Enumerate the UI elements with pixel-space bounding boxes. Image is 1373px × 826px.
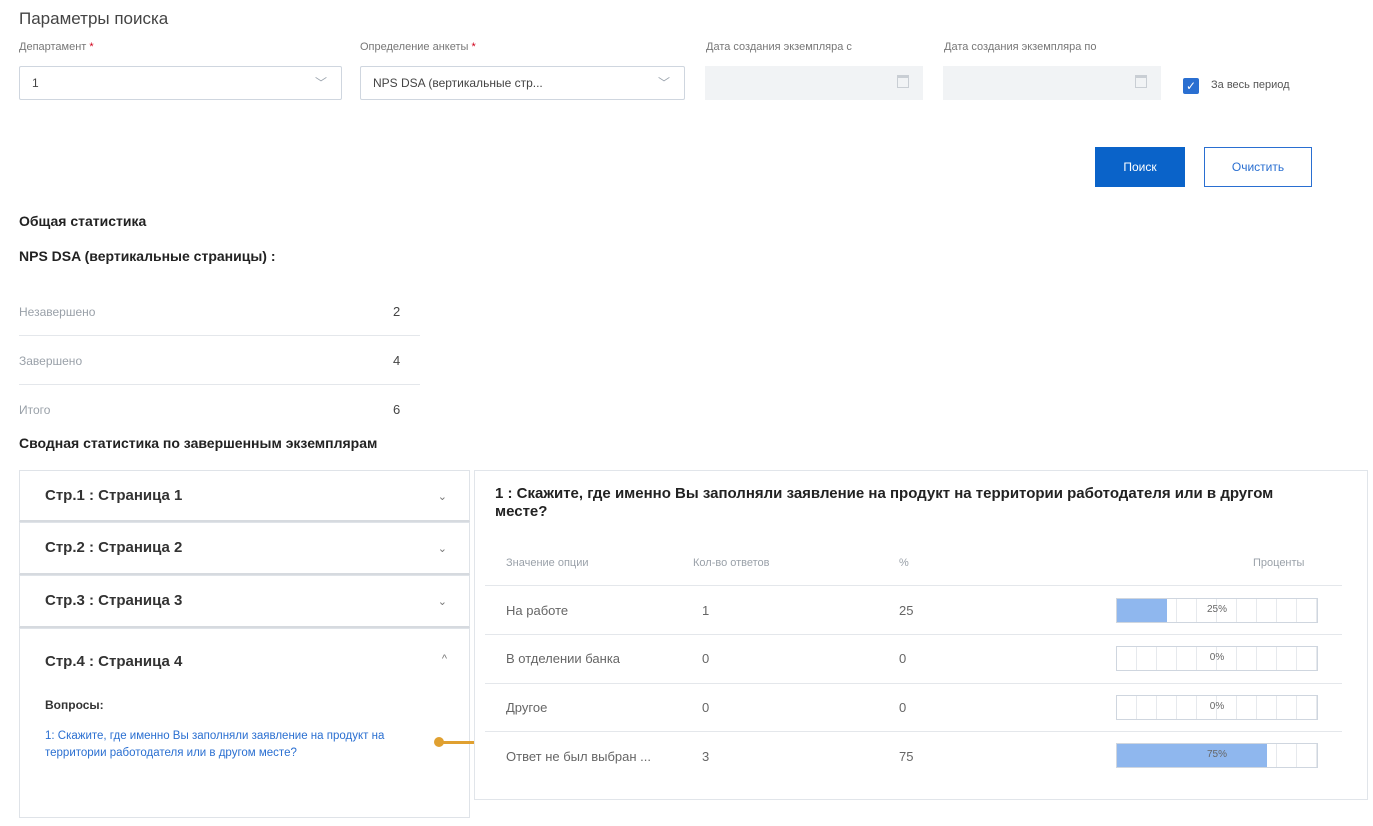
option-cell: Ответ не был выбран ... <box>506 749 651 764</box>
question-title: 1 : Скажите, где именно Вы заполняли зая… <box>495 485 1274 520</box>
percent-bar-label: 25% <box>1206 604 1227 615</box>
search-button[interactable]: Поиск <box>1095 147 1185 187</box>
pct-cell: 0 <box>899 700 907 715</box>
department-select[interactable]: 1 ﹀ <box>19 66 342 100</box>
col-header-bar: Проценты <box>1253 557 1305 569</box>
col-header-pct: % <box>899 557 909 569</box>
col-header-option: Значение опции <box>506 557 589 569</box>
row-divider <box>485 731 1342 732</box>
percent-bar: 25% <box>1116 598 1318 623</box>
stat-value: 2 <box>393 304 401 319</box>
chevron-down-icon: ﹀ <box>657 76 670 90</box>
percent-bar-label: 0% <box>1209 701 1225 712</box>
questionnaire-select[interactable]: NPS DSA (вертикальные стр... ﹀ <box>360 66 685 100</box>
chevron-up-icon: ^ <box>441 653 447 665</box>
stat-row-total: Итого 6 <box>19 385 420 434</box>
stat-row-incomplete: Незавершено 2 <box>19 287 420 336</box>
row-divider <box>485 634 1342 635</box>
percent-bar-label: 0% <box>1209 652 1225 663</box>
pct-cell: 25 <box>899 603 914 618</box>
date-from-input[interactable] <box>705 66 923 100</box>
accordion-page-4[interactable]: Стр.4 : Страница 4 ^ <box>19 628 470 818</box>
department-value: 1 <box>32 76 39 90</box>
col-header-count: Кол-во ответов <box>693 557 770 569</box>
stat-label: Незавершено <box>19 305 96 319</box>
stat-value: 6 <box>393 402 401 417</box>
percent-bar: 75% <box>1116 743 1318 768</box>
clear-button[interactable]: Очистить <box>1204 147 1312 187</box>
accordion-page-3-label: Стр.3 : Страница 3 <box>45 592 183 609</box>
pct-cell: 0 <box>899 651 907 666</box>
question-link[interactable]: 1: Скажите, где именно Вы заполняли заяв… <box>45 728 437 762</box>
percent-bar: 0% <box>1116 646 1318 671</box>
option-cell: В отделении банка <box>506 651 621 666</box>
questions-label: Вопросы: <box>45 698 104 712</box>
count-cell: 3 <box>702 749 710 764</box>
chevron-down-icon: ⌄ <box>437 491 447 503</box>
accordion-page-2-label: Стр.2 : Страница 2 <box>45 539 183 556</box>
accordion-page-1[interactable]: Стр.1 : Страница 1 ⌄ <box>19 470 470 522</box>
questionnaire-label: Определение анкеты * <box>360 41 476 53</box>
chevron-down-icon: ﹀ <box>314 76 327 90</box>
count-cell: 1 <box>702 603 710 618</box>
questionnaire-subtitle: NPS DSA (вертикальные страницы) : <box>19 248 276 264</box>
calendar-icon[interactable] <box>897 75 909 88</box>
chevron-down-icon: ⌄ <box>437 543 447 555</box>
accordion-page-4-label: Стр.4 : Страница 4 <box>45 653 183 670</box>
general-stats-title: Общая статистика <box>19 213 147 229</box>
annotation-arrow-dot <box>434 737 444 747</box>
row-divider <box>485 585 1342 586</box>
questionnaire-value: NPS DSA (вертикальные стр... <box>373 76 543 90</box>
stat-label: Итого <box>19 403 51 417</box>
search-params-title: Параметры поиска <box>19 9 169 28</box>
department-label: Департамент * <box>19 41 94 53</box>
date-from-label: Дата создания экземпляра с <box>706 41 852 53</box>
stat-row-complete: Завершено 4 <box>19 336 420 385</box>
option-cell: На работе <box>506 603 569 618</box>
percent-bar: 0% <box>1116 695 1318 720</box>
accordion-page-1-label: Стр.1 : Страница 1 <box>45 487 183 504</box>
row-divider <box>485 683 1342 684</box>
date-to-input[interactable] <box>943 66 1161 100</box>
count-cell: 0 <box>702 651 710 666</box>
option-cell: Другое <box>506 700 548 715</box>
percent-bar-label: 75% <box>1206 749 1227 760</box>
check-icon: ✓ <box>1185 79 1197 93</box>
whole-period-checkbox[interactable]: ✓ <box>1183 78 1199 94</box>
date-to-label: Дата создания экземпляра по <box>944 41 1097 53</box>
stat-value: 4 <box>393 353 401 368</box>
accordion-page-3[interactable]: Стр.3 : Страница 3 ⌄ <box>19 575 470 628</box>
accordion-page-2[interactable]: Стр.2 : Страница 2 ⌄ <box>19 522 470 575</box>
summary-stats-title: Сводная статистика по завершенным экземп… <box>19 435 378 451</box>
stat-label: Завершено <box>19 354 83 368</box>
chevron-down-icon: ⌄ <box>437 596 447 608</box>
count-cell: 0 <box>702 700 710 715</box>
whole-period-label[interactable]: За весь период <box>1211 79 1290 91</box>
pct-cell: 75 <box>899 749 914 764</box>
calendar-icon[interactable] <box>1135 75 1147 88</box>
